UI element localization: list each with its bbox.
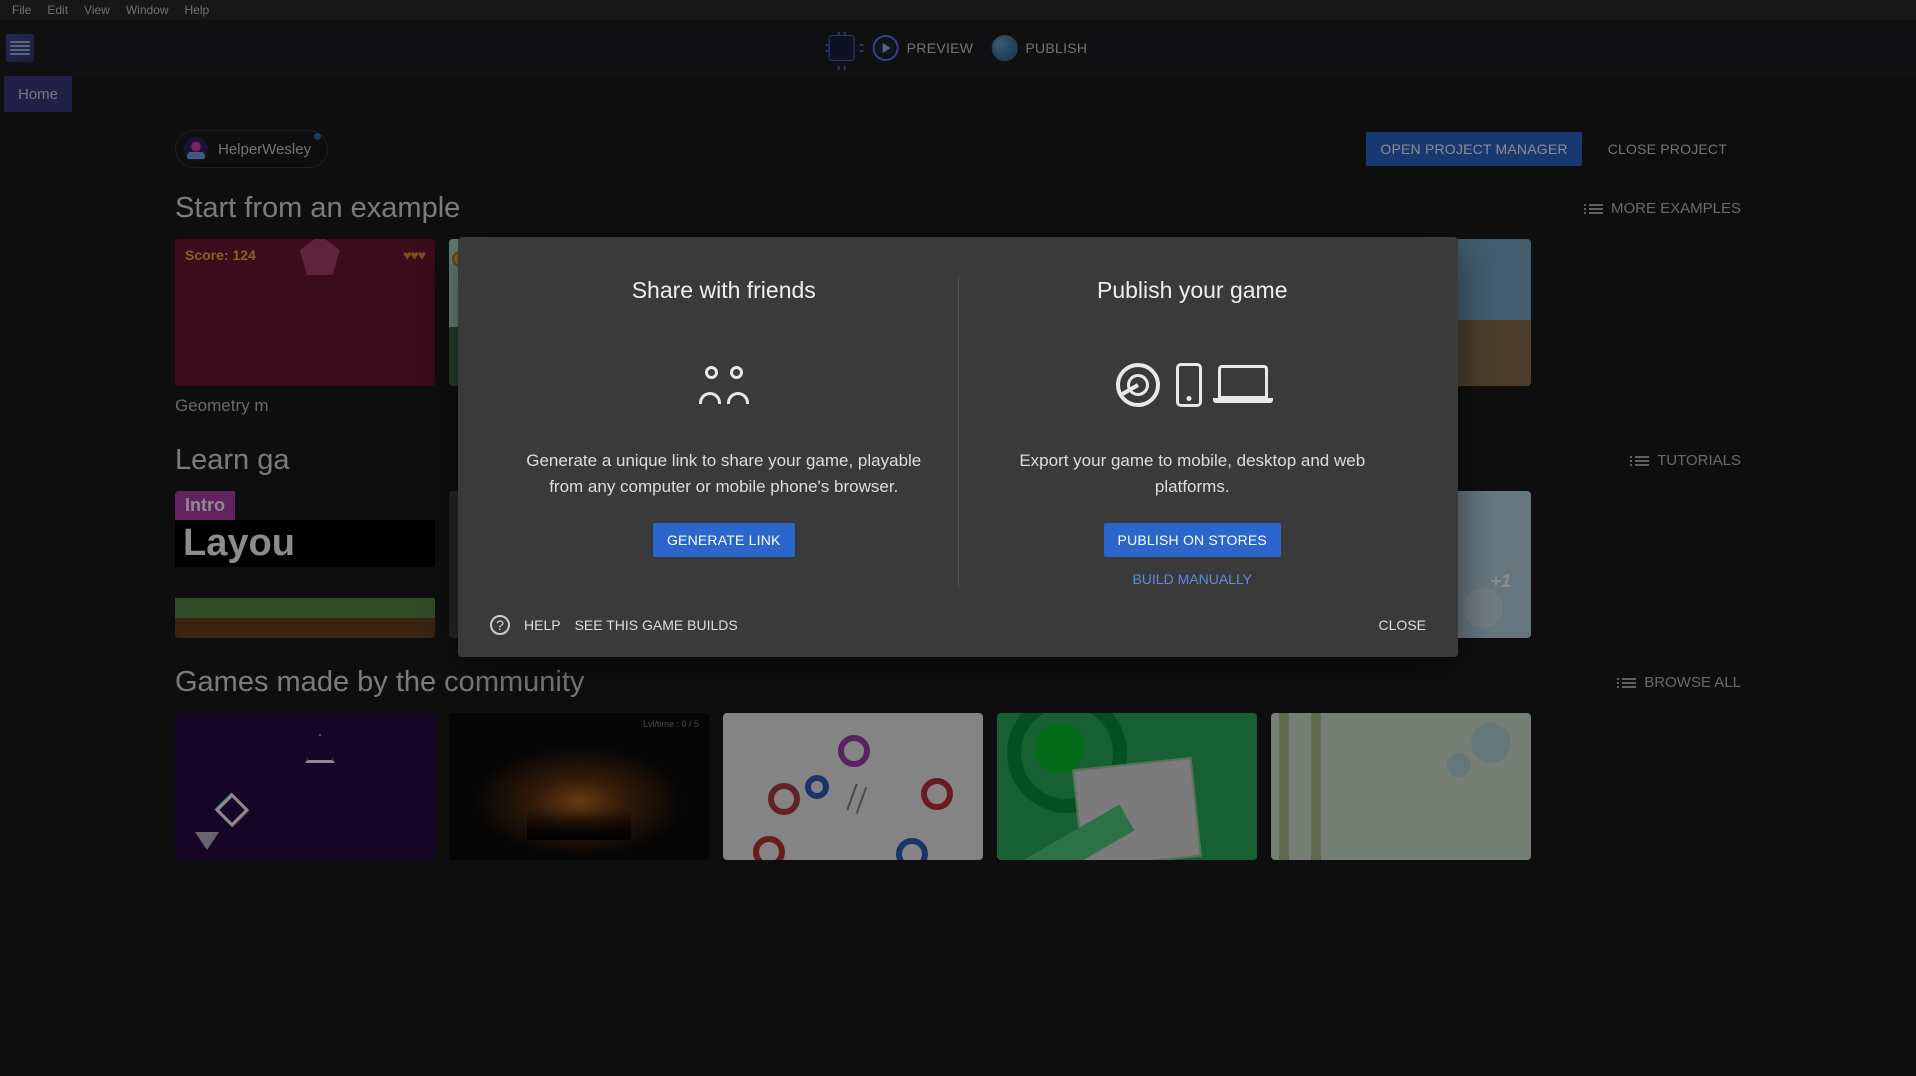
modal-overlay: Share with friends Generate a unique lin… xyxy=(0,0,1916,1076)
share-title: Share with friends xyxy=(514,277,934,304)
people-icon xyxy=(699,366,749,404)
help-link[interactable]: HELP xyxy=(524,617,561,633)
phone-icon xyxy=(1176,363,1202,407)
see-builds-link[interactable]: SEE THIS GAME BUILDS xyxy=(575,617,738,633)
share-panel: Share with friends Generate a unique lin… xyxy=(490,277,959,587)
publish-description: Export your game to mobile, desktop and … xyxy=(983,448,1403,499)
build-manually-link[interactable]: BUILD MANUALLY xyxy=(983,571,1403,587)
help-icon[interactable]: ? xyxy=(490,615,510,635)
generate-link-button[interactable]: GENERATE LINK xyxy=(653,523,795,557)
export-dialog: Share with friends Generate a unique lin… xyxy=(458,237,1458,657)
publish-title: Publish your game xyxy=(983,277,1403,304)
publish-panel: Publish your game Export your game to mo… xyxy=(959,277,1427,587)
close-button[interactable]: CLOSE xyxy=(1379,617,1426,633)
publish-on-stores-button[interactable]: PUBLISH ON STORES xyxy=(1104,523,1281,557)
laptop-icon xyxy=(1218,365,1268,399)
chrome-icon xyxy=(1116,363,1160,407)
share-description: Generate a unique link to share your gam… xyxy=(514,448,934,499)
